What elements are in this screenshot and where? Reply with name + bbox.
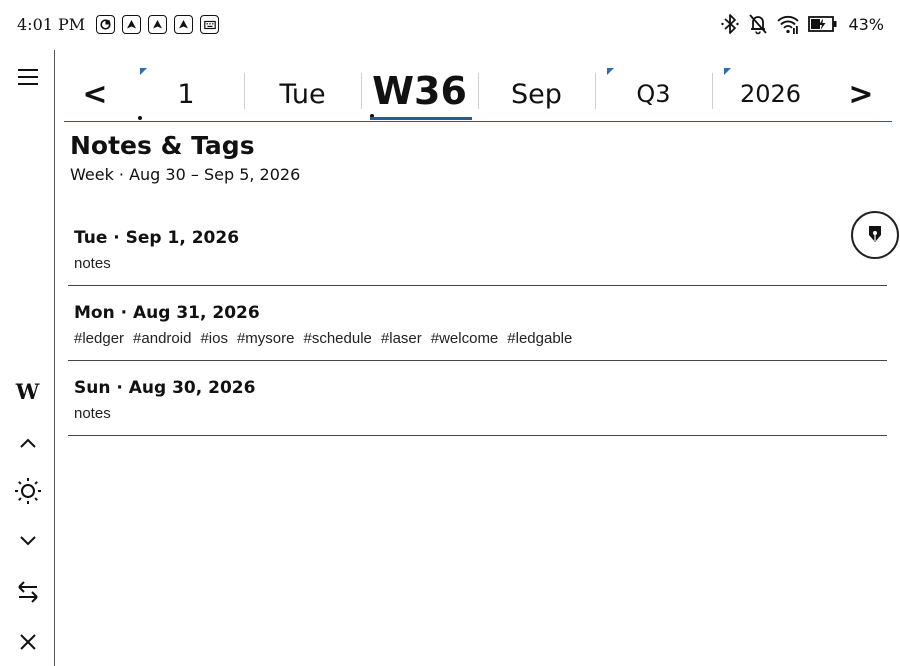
entry-title: Mon · Aug 31, 2026 <box>74 303 260 323</box>
wifi-icon <box>776 13 800 35</box>
pen-icon <box>869 226 881 242</box>
weekday-cell[interactable]: Tue <box>244 62 361 120</box>
battery-percent: 43% <box>848 14 884 34</box>
active-tab-indicator <box>370 117 472 120</box>
tag[interactable]: #welcome <box>431 330 499 347</box>
notifications-off-icon <box>748 13 768 35</box>
tag[interactable]: #ios <box>200 330 228 347</box>
year-cell[interactable]: 2026 <box>712 62 829 120</box>
swap-icon[interactable] <box>0 577 55 607</box>
flag-marker <box>607 68 614 75</box>
next-button[interactable]: > <box>836 62 886 120</box>
list-item[interactable]: Tue · Sep 1, 2026 notes <box>68 211 887 286</box>
bluetooth-icon <box>720 13 740 35</box>
status-bar: 4:01 PM 43% <box>0 0 900 50</box>
entry-title: Tue · Sep 1, 2026 <box>74 228 240 248</box>
tag[interactable]: #mysore <box>237 330 295 347</box>
tag[interactable]: #schedule <box>304 330 372 347</box>
list-item[interactable]: Sun · Aug 30, 2026 notes <box>68 361 887 436</box>
view-mode-button[interactable]: W <box>0 375 55 407</box>
view-mode-letter: W <box>15 378 40 404</box>
tag[interactable]: #laser <box>381 330 422 347</box>
prev-button[interactable]: < <box>70 62 120 120</box>
date-navigator: < 1 Tue W36 Sep Q3 2026 > <box>64 62 892 122</box>
tag-list: #ledger #android #ios #mysore #schedule … <box>74 330 572 347</box>
page-subtitle: Week · Aug 30 – Sep 5, 2026 <box>70 165 301 184</box>
left-toolbar: W <box>0 50 55 666</box>
battery-charging-icon <box>808 14 838 34</box>
flag-marker <box>140 68 147 75</box>
brightness-icon[interactable] <box>0 475 55 507</box>
tag[interactable]: #ledger <box>74 330 124 347</box>
day-cell[interactable]: 1 <box>128 62 244 120</box>
marker-dot <box>138 116 142 120</box>
entry-title: Sun · Aug 30, 2026 <box>74 378 256 398</box>
month-cell[interactable]: Sep <box>478 62 595 120</box>
menu-icon[interactable] <box>0 62 55 92</box>
list-item[interactable]: Mon · Aug 31, 2026 #ledger #android #ios… <box>68 286 887 361</box>
quarter-cell[interactable]: Q3 <box>595 62 712 120</box>
entry-subtitle: notes <box>74 405 111 422</box>
tag[interactable]: #ledgable <box>507 330 572 347</box>
status-time: 4:01 PM <box>17 15 86 34</box>
keyboard-icon <box>200 15 219 34</box>
entry-subtitle: notes <box>74 255 111 272</box>
page-title: Notes & Tags <box>70 131 255 160</box>
system-status: 43% <box>720 13 884 35</box>
pen-button[interactable] <box>851 211 899 259</box>
app-notification-icon <box>96 15 115 34</box>
close-icon[interactable] <box>0 627 55 657</box>
flag-marker <box>724 68 731 75</box>
upload-icon <box>122 15 141 34</box>
week-cell[interactable]: W36 <box>361 62 478 120</box>
chevron-down-icon[interactable] <box>0 528 55 554</box>
notification-icons <box>96 15 219 34</box>
upload-icon <box>148 15 167 34</box>
tag[interactable]: #android <box>133 330 191 347</box>
upload-icon <box>174 15 193 34</box>
chevron-up-icon[interactable] <box>0 430 55 456</box>
